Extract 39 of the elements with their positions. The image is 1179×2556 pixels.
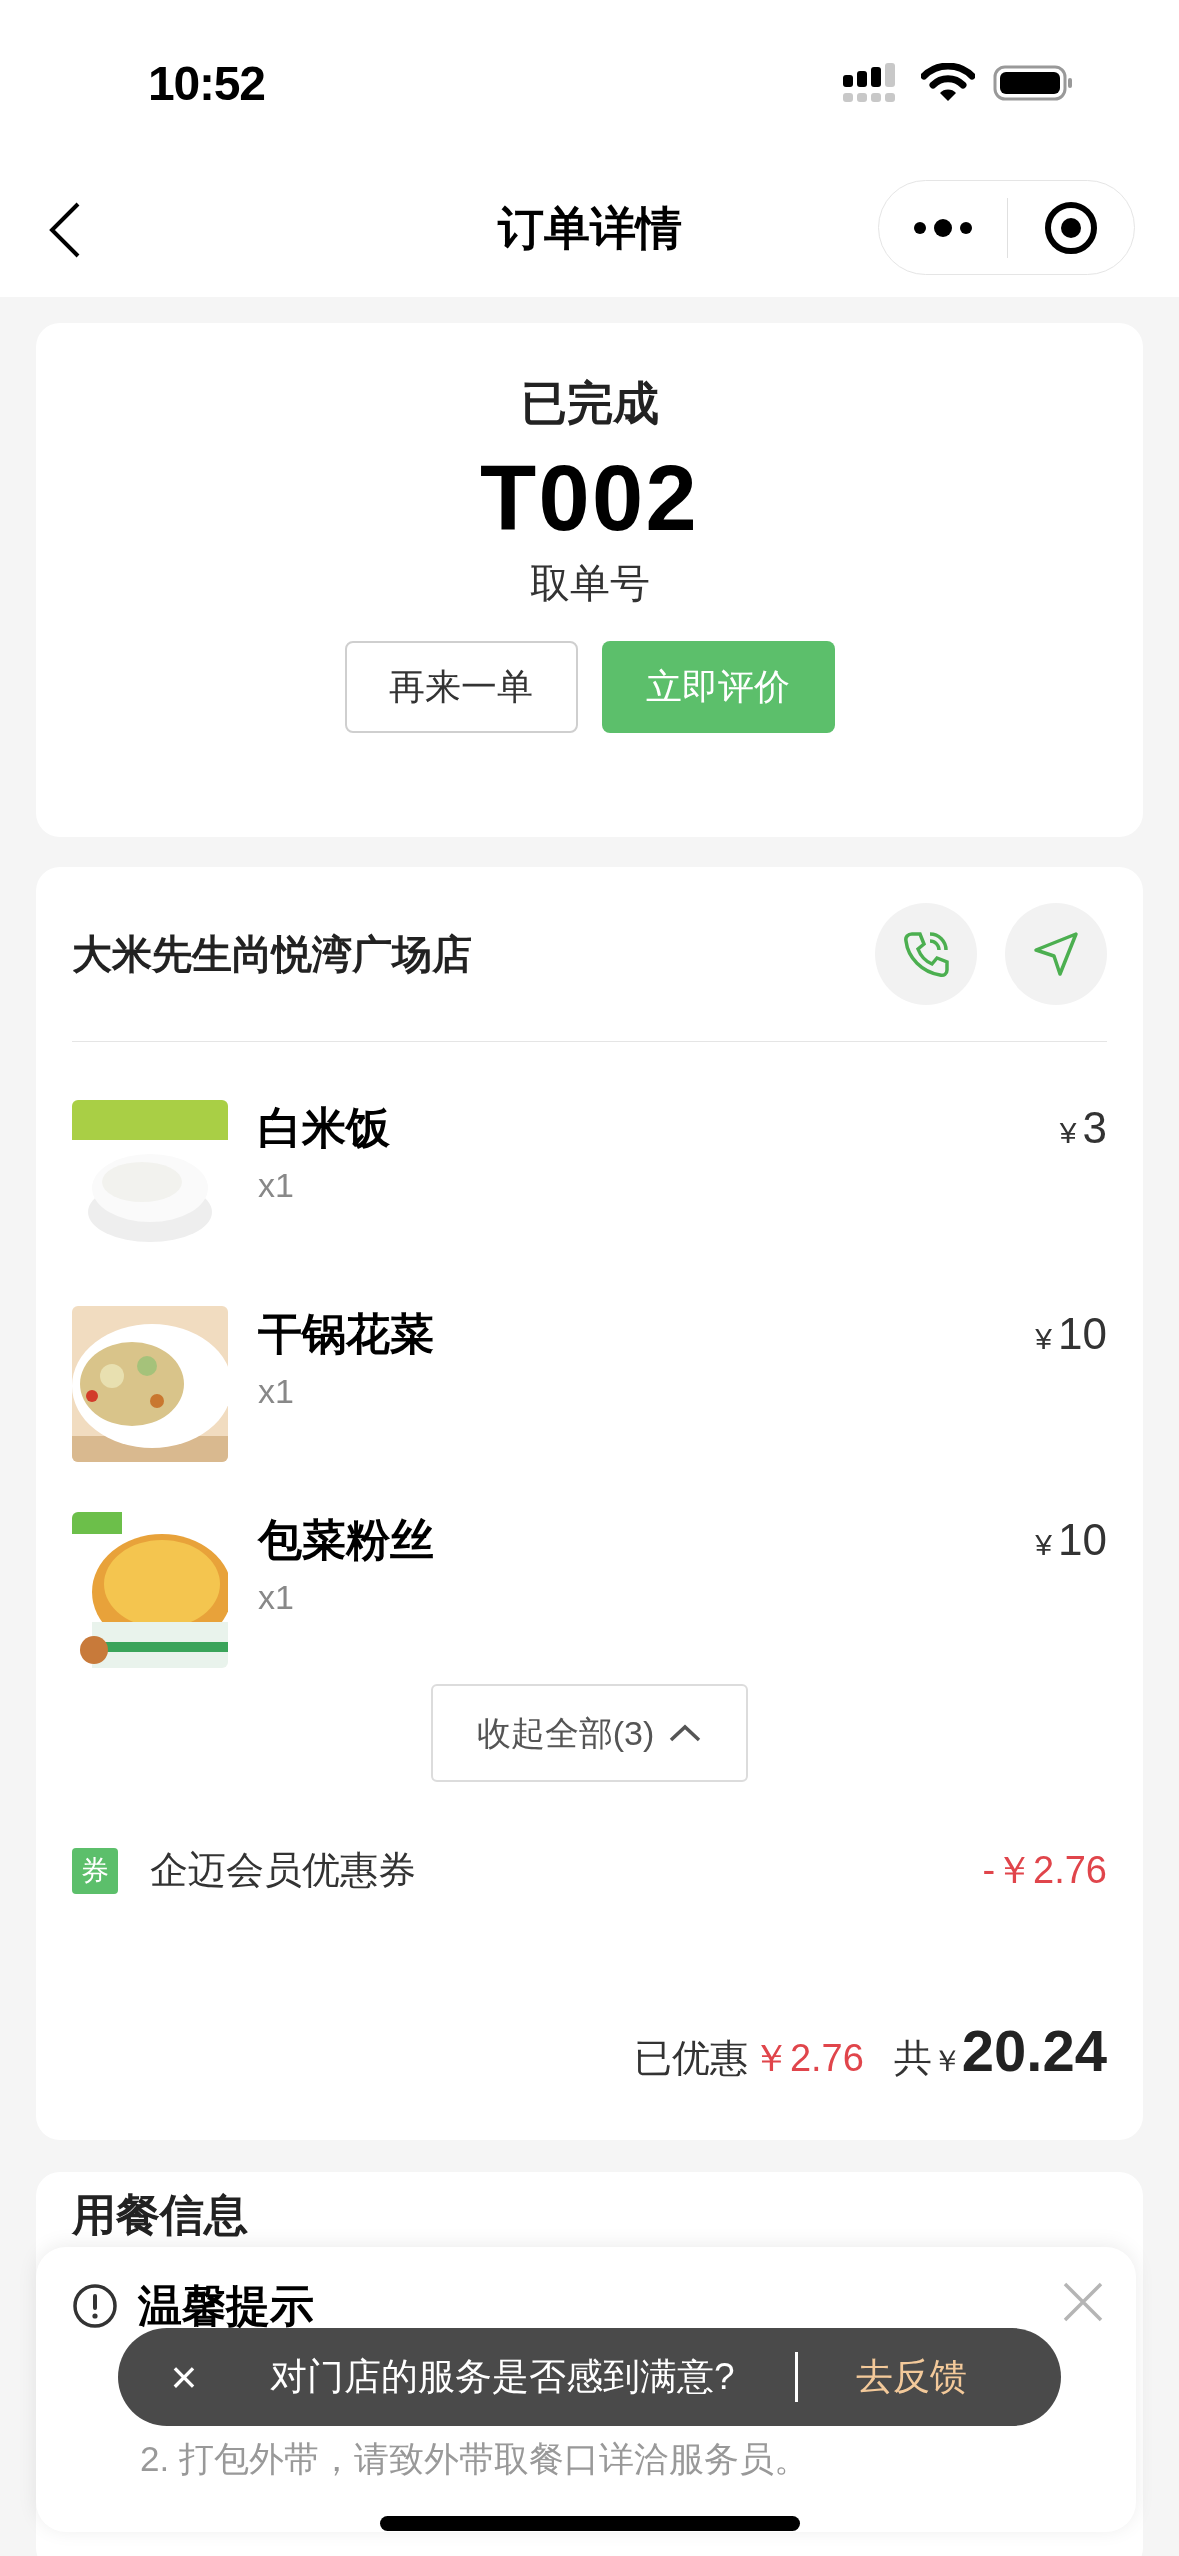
- coupon-name: 企迈会员优惠券: [150, 1848, 417, 1893]
- wifi-icon: [921, 63, 975, 103]
- item-quantity: x1: [258, 1577, 295, 1618]
- item-name: 干锅花菜: [258, 1308, 435, 1360]
- item-quantity: x1: [258, 1165, 295, 1206]
- tip-line: 2. 打包外带，请致外带取餐口详洽服务员。: [140, 2438, 810, 2480]
- coupon-amount: -￥2.76: [982, 1848, 1107, 1893]
- battery-icon: [993, 63, 1073, 103]
- discount-amount: ￥2.76: [751, 2036, 864, 2081]
- back-icon: [48, 201, 82, 259]
- page-title: 订单详情: [497, 201, 682, 256]
- toast-message: 对门店的服务是否感到满意?: [270, 2355, 735, 2400]
- item-name: 白米饭: [258, 1102, 391, 1154]
- total-amount: 20.24: [961, 2017, 1107, 2085]
- item-price: ¥10: [1035, 1514, 1107, 1566]
- item-name: 包菜粉丝: [258, 1514, 435, 1566]
- collapse-button[interactable]: 收起全部(3): [431, 1684, 748, 1782]
- target-icon: [1043, 199, 1099, 256]
- order-status: 已完成: [520, 376, 659, 431]
- feedback-link[interactable]: 去反馈: [855, 2349, 967, 2405]
- discount-label: 已优惠: [633, 2036, 748, 2081]
- coupon-badge: 券: [72, 1847, 118, 1894]
- pickup-label: 取单号: [529, 560, 650, 607]
- pickup-code: T002: [480, 446, 699, 551]
- total-currency: ￥: [931, 2043, 962, 2079]
- status-time: 10:52: [148, 56, 265, 112]
- chevron-up-icon: [668, 1723, 703, 1743]
- info-icon: [72, 2283, 118, 2329]
- toast-close-button[interactable]: ×: [162, 2354, 206, 2400]
- tips-title: 温馨提示: [138, 2280, 314, 2332]
- item-price: ¥10: [1035, 1308, 1107, 1360]
- section-title: 用餐信息: [72, 2190, 248, 2239]
- store-name: 大米先生尚悦湾广场店: [72, 931, 473, 978]
- item-quantity: x1: [258, 1371, 295, 1412]
- more-icon: [914, 217, 972, 238]
- item-price: ¥3: [1059, 1102, 1107, 1154]
- reorder-button[interactable]: 再来一单: [344, 641, 578, 733]
- close-icon: [1062, 2281, 1104, 2323]
- total-label: 共: [893, 2036, 932, 2081]
